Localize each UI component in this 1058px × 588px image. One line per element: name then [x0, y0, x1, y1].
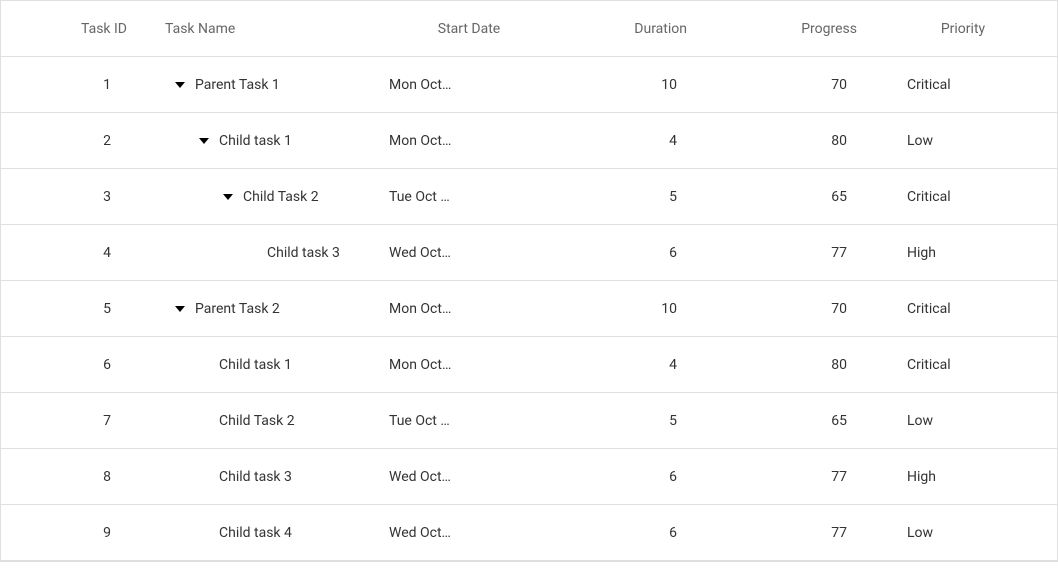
cell-progress: 80 [717, 357, 887, 373]
task-name-label: Child Task 2 [219, 413, 295, 429]
column-header-duration[interactable]: Duration [557, 21, 717, 37]
cell-task-id: 3 [1, 189, 151, 205]
cell-duration: 6 [557, 469, 717, 485]
cell-priority: High [887, 469, 1047, 485]
cell-progress: 77 [717, 525, 887, 541]
cell-priority: Critical [887, 189, 1047, 205]
cell-progress: 77 [717, 245, 887, 261]
cell-task-name: Parent Task 2 [151, 300, 381, 317]
task-name-label: Child Task 2 [243, 189, 319, 205]
cell-duration: 6 [557, 245, 717, 261]
cell-start-date: Wed Oct… [381, 469, 557, 485]
cell-duration: 4 [557, 357, 717, 373]
cell-start-date: Wed Oct… [381, 245, 557, 261]
cell-task-name: Child task 3 [151, 245, 381, 261]
task-name-label: Child task 1 [219, 133, 292, 149]
cell-priority: Low [887, 133, 1047, 149]
task-tree-grid: Task ID Task Name Start Date Duration Pr… [0, 0, 1058, 562]
cell-task-id: 6 [1, 357, 151, 373]
cell-task-id: 1 [1, 77, 151, 93]
column-header-progress[interactable]: Progress [717, 21, 887, 37]
column-header-task-name[interactable]: Task Name [151, 21, 381, 37]
task-name-label: Child task 3 [219, 469, 292, 485]
cell-task-id: 9 [1, 525, 151, 541]
cell-start-date: Mon Oct… [381, 133, 557, 149]
cell-progress: 65 [717, 413, 887, 429]
cell-start-date: Wed Oct… [381, 525, 557, 541]
column-header-start-date[interactable]: Start Date [381, 21, 557, 37]
cell-priority: Critical [887, 357, 1047, 373]
cell-duration: 4 [557, 133, 717, 149]
chevron-down-icon[interactable] [175, 82, 185, 88]
cell-start-date: Mon Oct… [381, 301, 557, 317]
cell-progress: 70 [717, 301, 887, 317]
cell-duration: 6 [557, 525, 717, 541]
cell-task-name: Child Task 2 [151, 188, 381, 205]
cell-start-date: Tue Oct … [381, 189, 557, 205]
grid-header-row: Task ID Task Name Start Date Duration Pr… [1, 1, 1057, 57]
table-row[interactable]: 3 Child Task 2 Tue Oct …565Critical [1, 169, 1057, 225]
grid-body: 1Parent Task 1Mon Oct…1070Critical2Child… [1, 57, 1057, 561]
cell-priority: High [887, 245, 1047, 261]
table-row[interactable]: 5 Parent Task 2 Mon Oct…1070Critical [1, 281, 1057, 337]
table-row[interactable]: 9 Child task 4 Wed Oct…677Low [1, 505, 1057, 561]
table-row[interactable]: 8 Child task 3 Wed Oct…677High [1, 449, 1057, 505]
task-name-label: Child task 1 [219, 357, 292, 373]
cell-task-name: Parent Task 1 [151, 76, 381, 93]
cell-task-id: 8 [1, 469, 151, 485]
chevron-down-icon[interactable] [223, 194, 233, 200]
cell-start-date: Mon Oct… [381, 357, 557, 373]
cell-priority: Critical [887, 301, 1047, 317]
cell-duration: 10 [557, 301, 717, 317]
table-row[interactable]: 1 Parent Task 1 Mon Oct…1070Critical [1, 57, 1057, 113]
cell-task-name: Child task 1 [151, 132, 381, 149]
column-header-priority[interactable]: Priority [887, 21, 1047, 37]
cell-task-id: 4 [1, 245, 151, 261]
cell-task-name: Child task 4 [151, 525, 381, 541]
table-row[interactable]: 6 Child task 1 Mon Oct…480Critical [1, 337, 1057, 393]
cell-task-name: Child task 3 [151, 469, 381, 485]
table-row[interactable]: 4 Child task 3 Wed Oct…677High [1, 225, 1057, 281]
cell-priority: Low [887, 525, 1047, 541]
cell-task-id: 2 [1, 133, 151, 149]
cell-duration: 5 [557, 189, 717, 205]
cell-progress: 77 [717, 469, 887, 485]
table-row[interactable]: 7 Child Task 2 Tue Oct …565Low [1, 393, 1057, 449]
cell-start-date: Tue Oct … [381, 413, 557, 429]
task-name-label: Child task 3 [267, 245, 340, 261]
cell-task-name: Child task 1 [151, 357, 381, 373]
cell-task-id: 5 [1, 301, 151, 317]
cell-start-date: Mon Oct… [381, 77, 557, 93]
cell-progress: 80 [717, 133, 887, 149]
cell-progress: 70 [717, 77, 887, 93]
chevron-down-icon[interactable] [175, 306, 185, 312]
task-name-label: Child task 4 [219, 525, 292, 541]
cell-task-id: 7 [1, 413, 151, 429]
chevron-down-icon[interactable] [199, 138, 209, 144]
task-name-label: Parent Task 2 [195, 301, 280, 317]
task-name-label: Parent Task 1 [195, 77, 280, 93]
cell-priority: Critical [887, 77, 1047, 93]
table-row[interactable]: 2 Child task 1 Mon Oct…480Low [1, 113, 1057, 169]
column-header-task-id[interactable]: Task ID [1, 21, 151, 37]
cell-progress: 65 [717, 189, 887, 205]
cell-duration: 10 [557, 77, 717, 93]
cell-duration: 5 [557, 413, 717, 429]
cell-priority: Low [887, 413, 1047, 429]
cell-task-name: Child Task 2 [151, 413, 381, 429]
